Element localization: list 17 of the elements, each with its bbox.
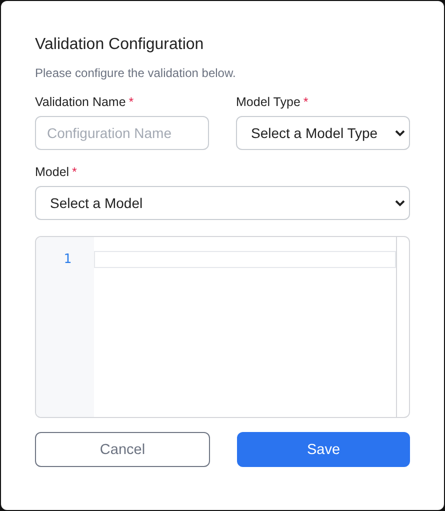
dropdown[interactable]: Select a Model Type [236, 116, 410, 150]
field-label: Model [35, 165, 70, 180]
text-field[interactable]: Configuration Name [35, 116, 209, 150]
field-label: Model Type [236, 95, 300, 110]
chevron-down-icon [395, 130, 405, 136]
dialog-subtitle: Please configure the validation below. [35, 66, 237, 80]
chevron-down-icon [395, 200, 405, 206]
code-editor[interactable]: 1 [35, 236, 410, 418]
required-mark: * [72, 165, 77, 180]
cancel-button[interactable]: Cancel [35, 432, 210, 467]
line-number: 1 [62, 252, 72, 268]
save-button[interactable]: Save [237, 432, 410, 467]
required-mark: * [128, 95, 134, 110]
field-label: Validation Name [35, 95, 126, 110]
dialog-title: Validation Configuration [35, 35, 205, 55]
dropdown[interactable]: Select a Model [35, 186, 410, 220]
required-mark: * [303, 95, 308, 110]
